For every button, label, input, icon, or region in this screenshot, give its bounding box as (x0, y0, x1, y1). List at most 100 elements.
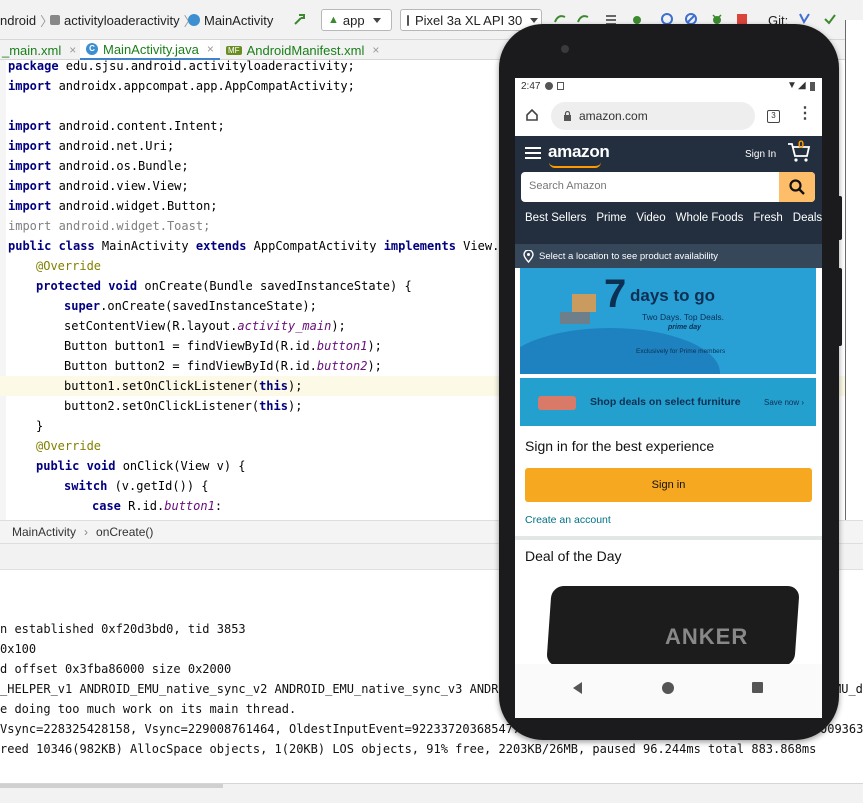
class-icon (188, 14, 200, 26)
search-button[interactable] (779, 172, 815, 202)
back-icon[interactable] (573, 682, 582, 694)
location-text: Select a location to see product availab… (539, 250, 719, 262)
deal-of-the-day-heading: Deal of the Day (525, 548, 622, 564)
tab-main-activity-java[interactable]: C MainActivity.java × (80, 40, 220, 60)
scrollbar[interactable] (0, 784, 223, 788)
cart-count: 0 (798, 139, 805, 151)
code-line: protected void onCreate(Bundle savedInst… (36, 279, 412, 293)
banner-headline: days to go (630, 286, 716, 305)
git-commit-check-icon[interactable] (823, 12, 837, 26)
log-line: reed 10346(982KB) AllocSpace objects, 1(… (0, 742, 817, 756)
search-input[interactable]: Search Amazon (529, 180, 607, 192)
code-line: Button button2 = findViewById(R.id.butto… (64, 359, 382, 373)
banner-subtitle: Two Days. Top Deals. (642, 312, 725, 322)
browser-url-bar: amazon.com 3 ⋮ (515, 96, 822, 136)
phone-icon (407, 14, 409, 26)
package-image (572, 294, 596, 312)
status-time: 2:47 (521, 81, 541, 92)
android-nav-bar (515, 664, 822, 718)
furniture-banner[interactable]: Shop deals on select furniture Save now … (520, 378, 816, 426)
close-icon[interactable]: × (372, 43, 379, 57)
code-line: setContentView(R.layout.activity_main); (64, 319, 346, 333)
chevron-right-icon: › (84, 525, 89, 539)
log-line: 0x100 (0, 642, 37, 656)
sign-in-button[interactable]: Sign in (525, 468, 812, 502)
java-class-icon: C (86, 43, 98, 55)
side-panel (845, 20, 863, 537)
location-pin-icon (523, 250, 534, 263)
hamburger-menu-icon[interactable] (525, 146, 541, 160)
home-circle-icon[interactable] (662, 682, 674, 694)
log-line: e doing too much work on its main thread… (0, 702, 297, 716)
amazon-smile-logo (549, 162, 601, 168)
tab-activity-main-xml[interactable]: _main.xml × (2, 40, 76, 60)
android-status-bar: 2:47 ▼ ◢ (515, 78, 822, 96)
lock-icon (564, 111, 571, 121)
sign-in-link[interactable]: Sign In (745, 149, 776, 160)
hammer-build-icon[interactable] (293, 12, 307, 26)
banner-footnote: Exclusively for Prime members (636, 348, 726, 355)
truck-image (560, 312, 590, 324)
code-line: button2.setOnClickListener(this); (64, 399, 303, 413)
notification-icon (545, 82, 553, 90)
chevron-down-icon (530, 17, 539, 23)
battery-icon (810, 82, 815, 91)
log-line: _HELPER_v1 ANDROID_EMU_native_sync_v2 AN… (0, 682, 521, 696)
emulator-phone: 2:47 ▼ ◢ amazon.com 3 ⋮ amazon Sign In 0 (499, 24, 842, 740)
code-line: import android.widget.Toast; (8, 219, 211, 233)
nav-whole-foods[interactable]: Whole Foods (676, 212, 744, 232)
code-line: @Override (36, 439, 102, 453)
breadcrumb-method-item[interactable]: onCreate() (96, 525, 153, 539)
url-field[interactable]: amazon.com (551, 102, 755, 130)
prime-day-logo: prime day (668, 324, 702, 331)
power-button[interactable] (837, 196, 842, 240)
code-line: switch (v.getId()) { (64, 479, 209, 493)
code-line: super.onCreate(savedInstanceState); (64, 299, 317, 313)
location-bar[interactable]: Select a location to see product availab… (515, 244, 822, 268)
log-line: Vsync=228325428158, Vsync=229008761464, … (0, 722, 535, 736)
more-menu-icon[interactable]: ⋮ (797, 106, 813, 122)
prime-day-banner[interactable]: 7 days to go Two Days. Top Deals. prime … (520, 268, 816, 374)
wifi-icon: ▼ (787, 80, 797, 91)
nav-prime[interactable]: Prime (596, 212, 626, 232)
code-line: import android.view.View; (8, 179, 189, 193)
breadcrumb-class[interactable]: MainActivity (188, 10, 273, 30)
close-icon[interactable]: × (207, 42, 214, 56)
nav-fresh[interactable]: Fresh (753, 212, 782, 232)
bottom-tool-strip (0, 783, 863, 803)
sign-in-heading: Sign in for the best experience (525, 438, 715, 454)
tab-android-manifest[interactable]: MF AndroidManifest.xml × (226, 40, 379, 60)
log-line: d offset 0x3fba86000 size 0x2000 (0, 662, 232, 676)
code-line: Button button1 = findViewById(R.id.butto… (64, 339, 382, 353)
breadcrumb-module[interactable]: ndroid 〉 (0, 10, 57, 30)
create-account-link[interactable]: Create an account (525, 514, 611, 526)
front-camera (561, 45, 569, 53)
folder-icon (50, 15, 60, 25)
device-dropdown[interactable]: Pixel 3a XL API 30 (400, 9, 542, 31)
breadcrumb-project[interactable]: activityloaderactivity〉 (50, 10, 201, 30)
recents-icon[interactable] (752, 682, 763, 693)
log-line: n established 0xf20d3bd0, tid 3853 (0, 622, 246, 636)
amazon-logo[interactable]: amazon (548, 142, 610, 162)
code-line: package edu.sjsu.android.activityloadera… (8, 60, 355, 73)
save-now-link[interactable]: Save now › (764, 398, 804, 407)
code-line: import androidx.appcompat.app.AppCompatA… (8, 79, 355, 93)
furniture-banner-text: Shop deals on select furniture (590, 396, 741, 408)
amazon-search-box[interactable]: Search Amazon (521, 172, 815, 202)
breadcrumb-class-item[interactable]: MainActivity (12, 525, 76, 539)
home-icon[interactable] (525, 108, 539, 122)
signal-icon: ◢ (798, 80, 806, 91)
nav-video[interactable]: Video (636, 212, 665, 232)
code-line: import android.os.Bundle; (8, 159, 189, 173)
phone-screen[interactable]: 2:47 ▼ ◢ amazon.com 3 ⋮ amazon Sign In 0 (515, 78, 822, 718)
code-line: } (36, 419, 44, 433)
nav-best-sellers[interactable]: Best Sellers (525, 212, 586, 232)
volume-button[interactable] (837, 268, 842, 346)
nav-deals[interactable]: Deals (793, 212, 822, 232)
close-icon[interactable]: × (69, 43, 76, 57)
tab-switcher-button[interactable]: 3 (767, 110, 780, 123)
run-config-dropdown[interactable]: ▲ app (321, 9, 392, 31)
code-line: case R.id.button1: (92, 499, 223, 513)
couch-image (538, 396, 576, 410)
search-icon (789, 179, 805, 195)
